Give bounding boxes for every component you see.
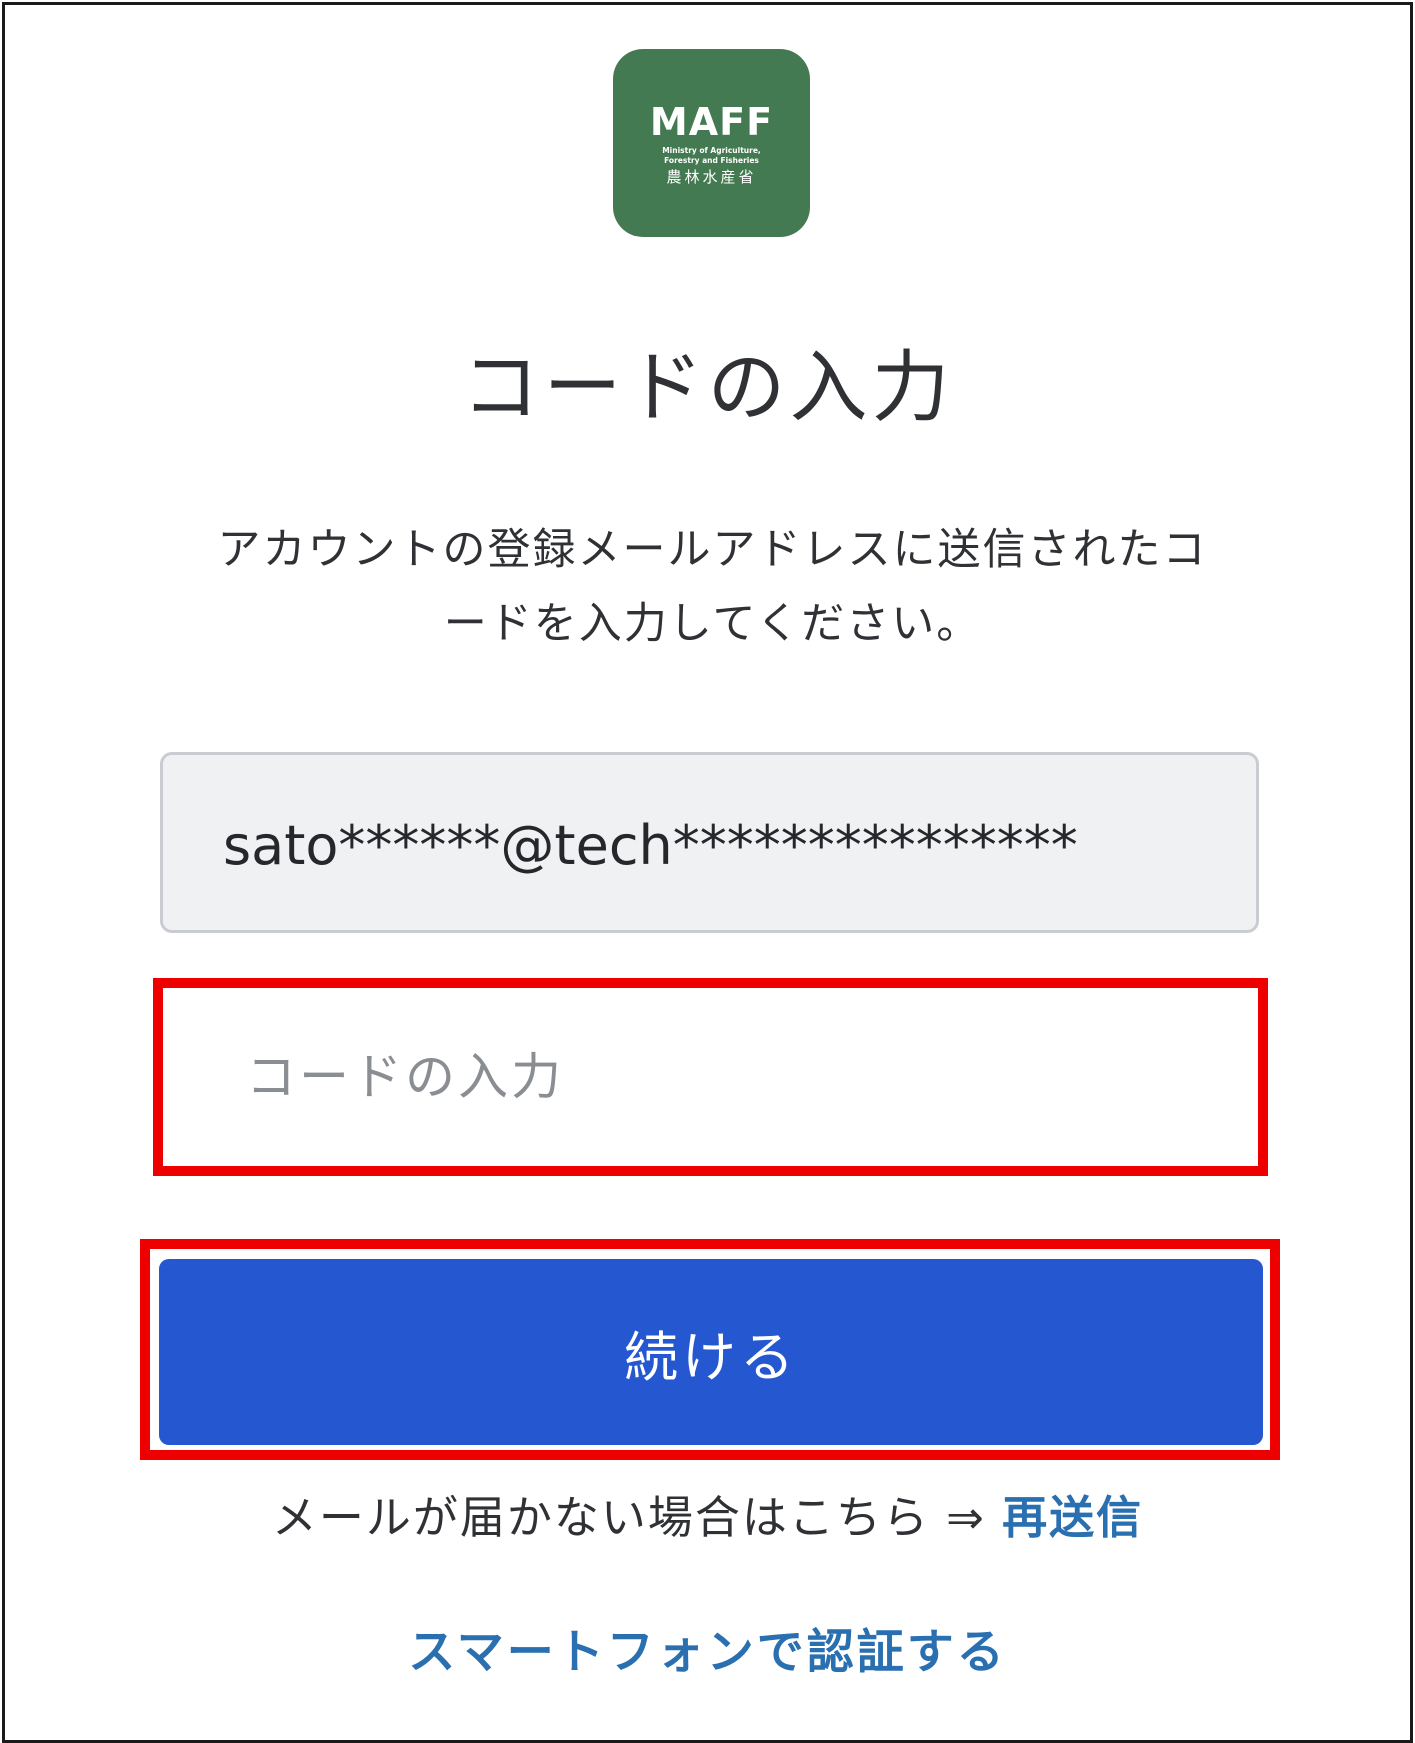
instruction-text: アカウントの登録メールアドレスに送信されたコ ードを入力してください。 — [155, 513, 1270, 661]
email-display-field: sato******@tech*************** — [160, 752, 1259, 933]
page-title: コードの入力 — [461, 343, 954, 433]
smartphone-auth-line: スマートフォンで認証する — [5, 1623, 1410, 1683]
logo-wordmark: MAFF — [649, 100, 774, 144]
continue-button[interactable]: 続ける — [159, 1259, 1263, 1445]
logo-kanji: 農林水産省 — [666, 168, 757, 186]
maff-logo: MAFF Ministry of Agriculture, Forestry a… — [613, 49, 810, 237]
code-input[interactable] — [163, 988, 1258, 1166]
instruction-line-1: アカウントの登録メールアドレスに送信されたコ — [217, 525, 1208, 575]
page-frame: MAFF Ministry of Agriculture, Forestry a… — [2, 2, 1413, 1743]
instruction-line-2: ードを入力してください。 — [443, 599, 982, 649]
logo-subtitle-line1: Ministry of Agriculture, — [662, 146, 761, 155]
smartphone-auth-link[interactable]: スマートフォンで認証する — [408, 1625, 1007, 1680]
email-value: sato******@tech*************** — [223, 814, 1078, 877]
resend-text: メールが届かない場合はこちら ⇒ — [271, 1491, 1003, 1544]
resend-link[interactable]: 再送信 — [1002, 1491, 1143, 1544]
logo-subtitle-line2: Forestry and Fisheries — [664, 156, 759, 165]
resend-line: メールが届かない場合はこちら ⇒ 再送信 — [5, 1488, 1410, 1548]
